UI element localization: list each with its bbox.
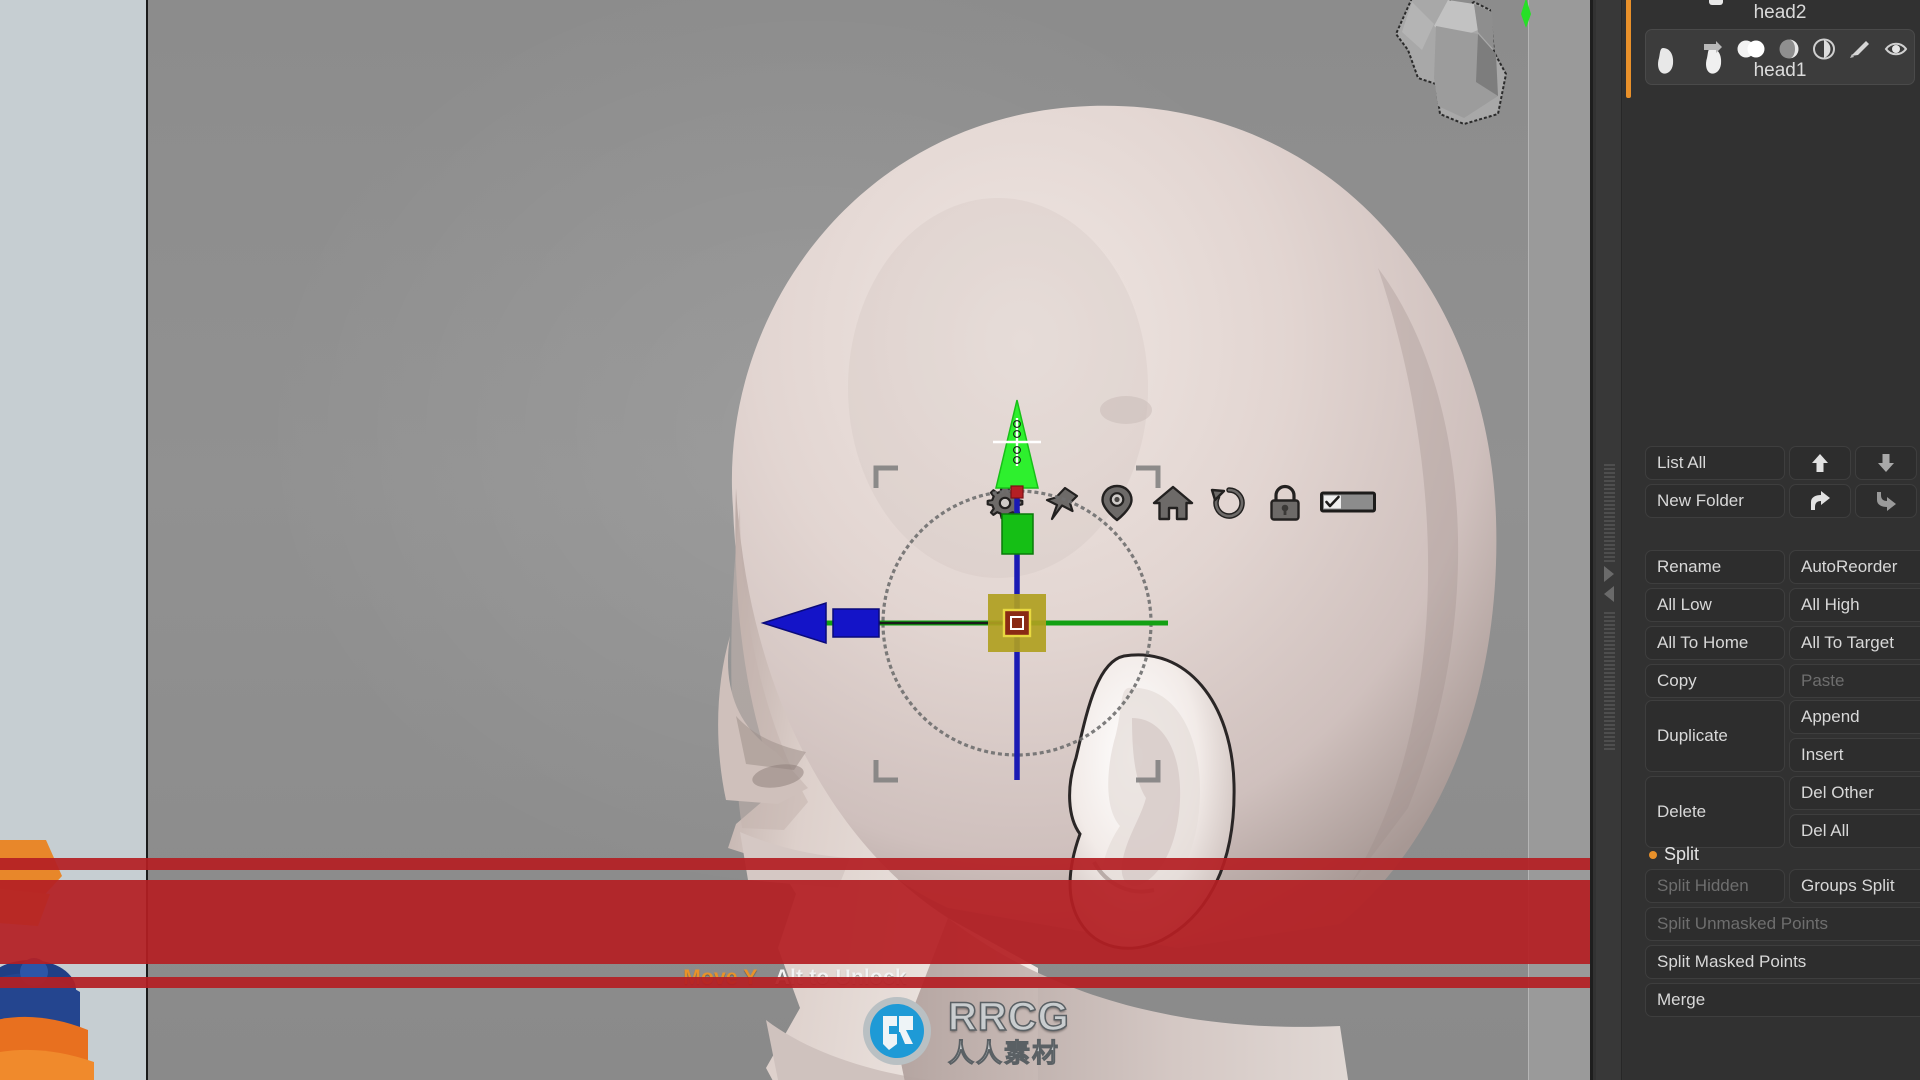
merge-button[interactable]: Merge bbox=[1645, 983, 1920, 1017]
move-in-icon[interactable] bbox=[1855, 484, 1917, 518]
secondary-mesh-preview[interactable] bbox=[1378, 0, 1538, 126]
action-row-all-low[interactable]: All Low All High bbox=[1645, 588, 1920, 622]
copy-button[interactable]: Copy bbox=[1645, 664, 1785, 698]
all-to-target-button[interactable]: All To Target bbox=[1789, 626, 1920, 660]
paste-button[interactable]: Paste bbox=[1789, 664, 1920, 698]
action-row-all-to-home[interactable]: All To Home All To Target bbox=[1645, 626, 1920, 660]
split-section[interactable]: Split Split Hidden Groups Split Split Un… bbox=[1645, 840, 1920, 1021]
merge-row[interactable]: Merge bbox=[1645, 983, 1920, 1017]
move-out-icon[interactable] bbox=[1789, 484, 1851, 518]
active-subtool-marker bbox=[1626, 0, 1631, 98]
row-duplicate[interactable]: Duplicate Append Insert bbox=[1645, 700, 1920, 772]
rrcg-logo-icon bbox=[863, 997, 931, 1065]
row-delete[interactable]: Delete Del Other Del All bbox=[1645, 776, 1920, 848]
all-to-home-button[interactable]: All To Home bbox=[1645, 626, 1785, 660]
split-row-hidden[interactable]: Split Hidden Groups Split bbox=[1645, 869, 1920, 903]
panel-divider bbox=[1590, 0, 1593, 1080]
subtool-split-rows[interactable]: Duplicate Append Insert Delete Del Other… bbox=[1645, 700, 1920, 852]
split-section-title: Split bbox=[1664, 844, 1700, 864]
subtool-action-rows[interactable]: Rename AutoReorder All Low All High All … bbox=[1645, 550, 1920, 702]
subtool-row-icons[interactable] bbox=[1702, 38, 1908, 60]
green-axis-marker bbox=[1518, 0, 1534, 30]
subtool-item-head1[interactable]: head1 bbox=[1645, 29, 1915, 85]
watermark-text-en: RRCG bbox=[947, 994, 1070, 1039]
duplicate-button[interactable]: Duplicate bbox=[1645, 700, 1785, 772]
list-all-button[interactable]: List All bbox=[1645, 446, 1785, 480]
subtool-panel[interactable]: head2 head1 List All New Folder Rename A… bbox=[1590, 0, 1920, 1080]
split-section-title-row[interactable]: Split bbox=[1645, 840, 1920, 869]
split-row-masked[interactable]: Split Masked Points bbox=[1645, 945, 1920, 979]
subtool-visibility-dot[interactable] bbox=[1709, 0, 1723, 5]
split-hidden-button[interactable]: Split Hidden bbox=[1645, 869, 1785, 903]
subtool-item-label: head1 bbox=[1753, 60, 1807, 81]
visibility-icon bbox=[1737, 40, 1765, 58]
panel-collapse-handle[interactable] bbox=[1596, 0, 1622, 1080]
eye-icon bbox=[1884, 42, 1908, 56]
panel-grip-lower[interactable] bbox=[1604, 610, 1615, 750]
transform-gizmo[interactable] bbox=[760, 399, 1338, 910]
nav-row-list-all[interactable]: List All bbox=[1645, 446, 1920, 480]
section-bullet-icon bbox=[1649, 850, 1657, 859]
contrast-icon bbox=[1813, 38, 1835, 60]
split-unmasked-points-button[interactable]: Split Unmasked Points bbox=[1645, 907, 1920, 941]
panel-grip-upper[interactable] bbox=[1604, 462, 1615, 562]
half-sphere-icon bbox=[1779, 39, 1799, 59]
action-row-copy[interactable]: Copy Paste bbox=[1645, 664, 1920, 698]
rename-button[interactable]: Rename bbox=[1645, 550, 1785, 584]
zbrush-window: Move Y Alt to Unlock RRCG 人人素材 bbox=[0, 0, 1920, 1080]
arrow-down-icon bbox=[1704, 41, 1722, 53]
down-arrow-icon[interactable] bbox=[1855, 446, 1917, 480]
split-row-unmasked[interactable]: Split Unmasked Points bbox=[1645, 907, 1920, 941]
new-folder-button[interactable]: New Folder bbox=[1645, 484, 1785, 518]
all-high-button[interactable]: All High bbox=[1789, 588, 1920, 622]
chevron-left-icon[interactable] bbox=[1604, 586, 1614, 602]
watermark-text-cn: 人人素材 bbox=[948, 1037, 1061, 1068]
chevron-right-icon[interactable] bbox=[1604, 566, 1614, 582]
groups-split-button[interactable]: Groups Split bbox=[1789, 869, 1920, 903]
paint-icon bbox=[1850, 41, 1869, 58]
nav-row-new-folder[interactable]: New Folder bbox=[1645, 484, 1920, 518]
delete-button[interactable]: Delete bbox=[1645, 776, 1785, 848]
subtool-panel-body: head2 head1 List All New Folder Rename A… bbox=[1623, 0, 1920, 1080]
subtool-nav-rows[interactable]: List All New Folder bbox=[1645, 446, 1920, 522]
append-button[interactable]: Append bbox=[1789, 700, 1920, 734]
all-low-button[interactable]: All Low bbox=[1645, 588, 1785, 622]
rrcg-watermark: RRCG 人人素材 bbox=[856, 988, 1106, 1074]
action-row-rename[interactable]: Rename AutoReorder bbox=[1645, 550, 1920, 584]
insert-button[interactable]: Insert bbox=[1789, 738, 1920, 772]
up-arrow-icon[interactable] bbox=[1789, 446, 1851, 480]
split-masked-points-button[interactable]: Split Masked Points bbox=[1645, 945, 1920, 979]
subtool-list[interactable]: head2 head1 bbox=[1645, 0, 1915, 85]
autoreorder-button[interactable]: AutoReorder bbox=[1789, 550, 1920, 584]
subtool-item-head2[interactable]: head2 bbox=[1645, 0, 1915, 29]
del-other-button[interactable]: Del Other bbox=[1789, 776, 1920, 810]
